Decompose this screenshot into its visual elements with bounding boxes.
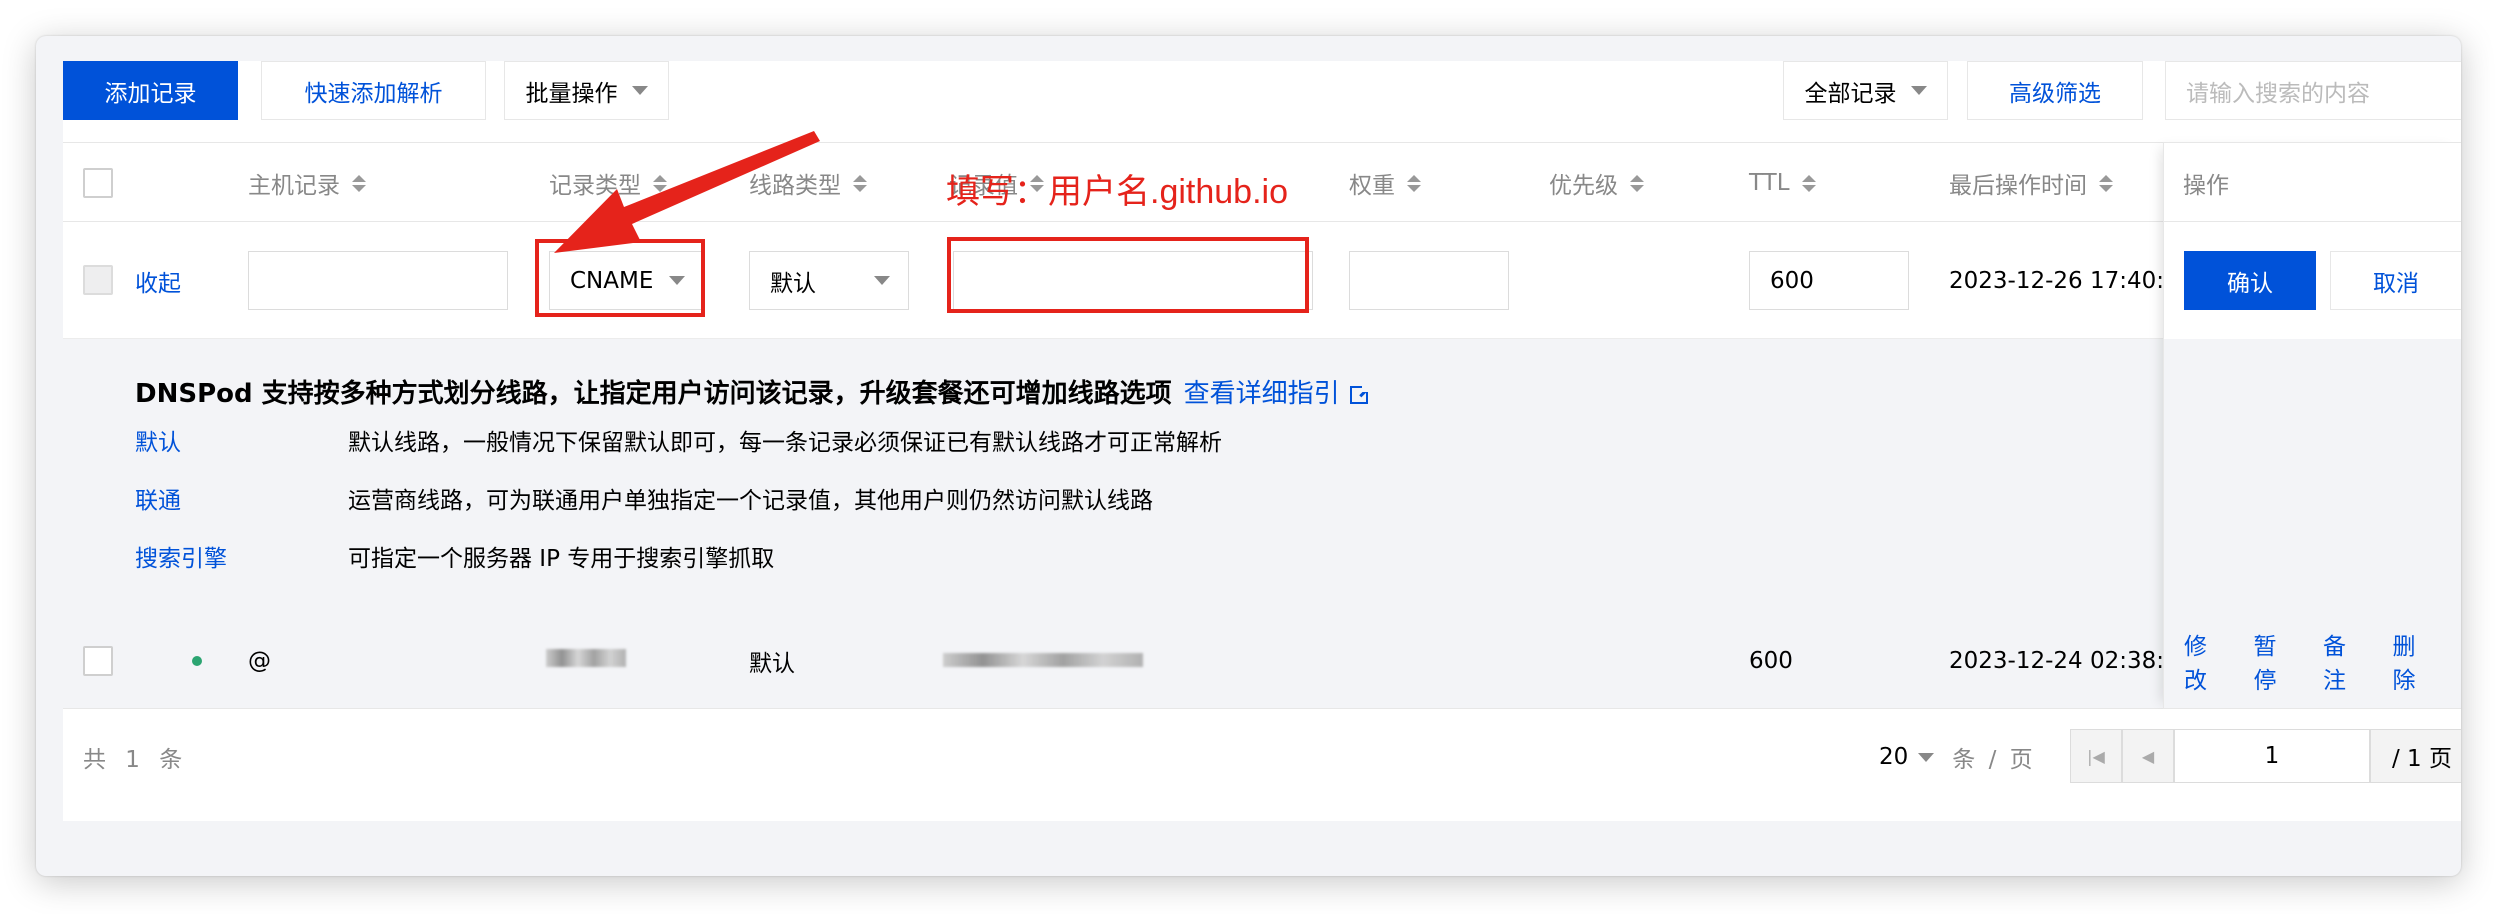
record-type-redacted xyxy=(546,649,626,667)
page-size-unit: 条 / 页 xyxy=(1952,747,2036,773)
note-link[interactable]: 备注 xyxy=(2323,627,2367,695)
status-dot-icon xyxy=(192,656,202,666)
actions-column: 确认 取消 修改 暂停 备注 删除 xyxy=(2163,142,2461,709)
batch-ops-dropdown[interactable]: 批量操作 xyxy=(504,61,669,120)
row-checkbox[interactable] xyxy=(83,646,113,676)
sort-icon xyxy=(1630,174,1644,192)
delete-link[interactable]: 删除 xyxy=(2393,627,2437,695)
pause-link[interactable]: 暂停 xyxy=(2254,627,2298,695)
record-ttl: 600 xyxy=(1749,648,1793,674)
record-filter-label: 全部记录 xyxy=(1804,80,1897,107)
table-row: @ 默认 600 2023-12-24 02:38: xyxy=(63,613,2461,709)
chevron-down-icon xyxy=(1918,752,1935,762)
guide-link[interactable]: 查看详细指引 xyxy=(1184,379,1340,409)
pagination-bar: 共 1 条 20 条 / 页 |◀ ◀ 1 / 1 页 ▶ xyxy=(63,709,2461,821)
line-type-hint: DNSPod 支持按多种方式划分线路，让指定用户访问该记录，升级套餐还可增加线路… xyxy=(63,339,2461,613)
col-host-label: 主机记录 xyxy=(248,173,340,199)
first-page-icon[interactable]: |◀ xyxy=(2070,729,2122,783)
record-filter-dropdown[interactable]: 全部记录 xyxy=(1783,61,1948,120)
select-all-checkbox[interactable] xyxy=(83,168,113,198)
sort-icon xyxy=(2099,174,2113,192)
external-link-icon[interactable] xyxy=(1349,382,1372,404)
confirm-button[interactable]: 确认 xyxy=(2184,251,2316,310)
line-desc-default: 默认线路，一般情况下保留默认即可，每一条记录必须保证已有默认线路才可正常解析 xyxy=(348,430,1222,456)
sort-icon xyxy=(853,174,867,192)
total-pages: / 1 页 xyxy=(2370,729,2461,783)
row-checkbox-disabled xyxy=(83,265,113,295)
pager: |◀ ◀ 1 / 1 页 ▶ xyxy=(2070,729,2461,783)
hint-title: DNSPod 支持按多种方式划分线路，让指定用户访问该记录，升级套餐还可增加线路… xyxy=(135,373,1372,410)
col-weight[interactable]: 权重 xyxy=(1349,143,1421,223)
host-input[interactable] xyxy=(248,251,508,310)
cancel-button[interactable]: 取消 xyxy=(2330,251,2461,310)
total-count: 共 1 条 xyxy=(83,747,189,773)
advanced-filter-button[interactable]: 高级筛选 xyxy=(1967,61,2143,120)
batch-ops-label: 批量操作 xyxy=(525,80,618,107)
prev-page-icon[interactable]: ◀ xyxy=(2122,729,2174,783)
chevron-down-icon xyxy=(874,276,890,285)
line-desc-search-engine: 可指定一个服务器 IP 专用于搜索引擎抓取 xyxy=(348,546,775,572)
edit-row-time: 2023-12-26 17:40:2 xyxy=(1949,267,2179,294)
edit-link[interactable]: 修改 xyxy=(2184,627,2228,695)
add-record-button[interactable]: 添加记录 xyxy=(63,61,238,120)
sort-icon xyxy=(1801,174,1816,192)
col-host[interactable]: 主机记录 xyxy=(248,143,366,223)
page-size-select[interactable]: 20 条 / 页 xyxy=(1879,709,2036,805)
edit-actions-cell: 确认 取消 xyxy=(2164,222,2461,339)
sort-icon xyxy=(352,174,366,192)
chevron-down-icon xyxy=(631,86,648,95)
col-time-label: 最后操作时间 xyxy=(1949,173,2087,199)
line-key-default[interactable]: 默认 xyxy=(135,423,181,457)
annotation-arrow-icon xyxy=(554,131,820,253)
annotation-text: 填写：用户名.github.io xyxy=(946,173,1288,211)
row-actions-cell: 修改 暂停 备注 删除 xyxy=(2164,613,2461,709)
record-time: 2023-12-24 02:38: xyxy=(1949,648,2165,674)
col-priority[interactable]: 优先级 xyxy=(1549,143,1644,223)
line-key-search-engine[interactable]: 搜索引擎 xyxy=(135,539,227,573)
chevron-down-icon xyxy=(1910,86,1927,95)
line-key-unicom[interactable]: 联通 xyxy=(135,481,181,515)
app-window: 添加记录 快速添加解析 批量操作 全部记录 高级筛选 请输入搜索的内容 主机记录… xyxy=(36,36,2461,876)
record-host: @ xyxy=(248,648,271,674)
annotation-box-value xyxy=(947,237,1309,313)
col-ttl[interactable]: TTL xyxy=(1749,143,1816,223)
weight-input[interactable] xyxy=(1349,251,1509,310)
col-priority-label: 优先级 xyxy=(1549,173,1618,199)
collapse-link[interactable]: 收起 xyxy=(135,222,181,339)
col-weight-label: 权重 xyxy=(1349,173,1395,199)
hint-title-text: DNSPod 支持按多种方式划分线路，让指定用户访问该记录，升级套餐还可增加线路… xyxy=(135,379,1172,409)
page-number-input[interactable]: 1 xyxy=(2174,729,2370,783)
search-input[interactable]: 请输入搜索的内容 xyxy=(2165,61,2461,120)
quick-add-button[interactable]: 快速添加解析 xyxy=(261,61,486,120)
record-line: 默认 xyxy=(749,651,795,677)
page-size-value: 20 xyxy=(1879,744,1909,770)
col-ttl-label: TTL xyxy=(1749,170,1790,196)
line-desc-unicom: 运营商线路，可为联通用户单独指定一个记录值，其他用户则仍然访问默认线路 xyxy=(348,488,1153,514)
ttl-input[interactable]: 600 xyxy=(1749,251,1909,310)
sort-icon xyxy=(1407,174,1421,192)
col-last-op-time[interactable]: 最后操作时间 xyxy=(1949,143,2113,223)
record-value-redacted xyxy=(943,653,1143,667)
